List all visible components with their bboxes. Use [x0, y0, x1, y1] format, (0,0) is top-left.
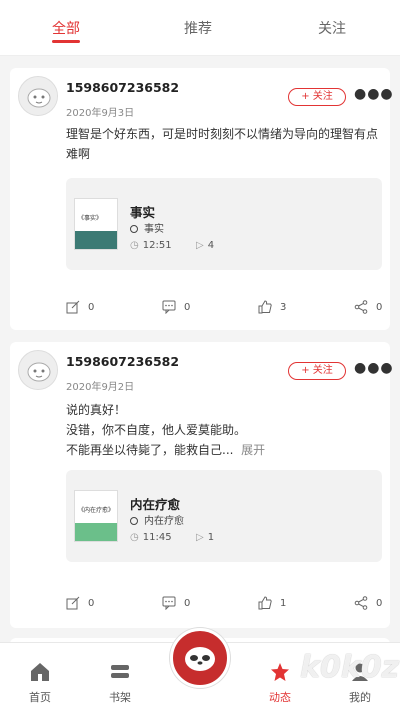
- post-card: 1598607236582 2020年9月2日 + 关注 ●●● 说的真好！ 没…: [10, 342, 393, 628]
- post-date: 2020年9月3日: [66, 108, 135, 119]
- audio-duration: ◷ 11:45: [130, 532, 172, 543]
- like-count: 1: [280, 597, 287, 609]
- post-card: 1598607236582 2020年9月3日 + 关注 ●●● 理智是个好东西…: [10, 68, 393, 330]
- home-icon: [10, 661, 70, 683]
- nav-bookshelf[interactable]: 书架: [90, 661, 150, 705]
- thumbs-up-icon: [258, 300, 272, 314]
- audio-thumbnail: 《内在疗愈》: [74, 490, 118, 542]
- nav-home[interactable]: 首页: [10, 661, 70, 705]
- audio-subtitle: 内在疗愈: [130, 512, 184, 527]
- post-actions: 0 0 1 0: [10, 596, 390, 620]
- post-text-line: 说的真好！: [66, 403, 127, 417]
- clock-icon: ◷: [130, 240, 139, 251]
- bookshelf-icon: [90, 661, 150, 683]
- play-icon: ▷: [196, 532, 204, 543]
- post-text-line: 理智是个好东西，可是时时刻刻不以情绪为导向的理智有点: [66, 127, 379, 141]
- post-text-line: 难啊: [66, 147, 91, 161]
- comment-icon: [162, 596, 176, 610]
- share-count: 0: [88, 597, 95, 609]
- forward-action[interactable]: 0: [354, 596, 382, 610]
- audio-thumbnail: 《事实》: [74, 198, 118, 250]
- audio-plays: ▷ 1: [196, 532, 215, 543]
- watermark: k0k0z: [300, 650, 400, 685]
- forward-count: 0: [376, 301, 383, 313]
- comment-count: 0: [184, 597, 191, 609]
- post-text-line: 没错，你不自度，他人爱莫能助。: [66, 423, 247, 437]
- thumbnail-title: 《内在疗愈》: [78, 507, 115, 514]
- thumbs-up-icon: [258, 596, 272, 610]
- username[interactable]: 1598607236582: [66, 354, 179, 369]
- top-tab-bar: 全部 推荐 关注: [0, 0, 400, 56]
- sloth-logo-icon: [185, 647, 215, 671]
- center-player-button[interactable]: [170, 628, 230, 688]
- audio-title: 事实: [130, 205, 156, 220]
- thumbnail-title: 《事实》: [78, 215, 103, 222]
- more-options-icon[interactable]: ●●●: [354, 360, 394, 376]
- share-icon: [354, 596, 368, 610]
- audio-title: 内在疗愈: [130, 497, 181, 512]
- share-count: 0: [88, 301, 95, 313]
- edit-share-icon: [66, 300, 80, 314]
- username[interactable]: 1598607236582: [66, 80, 179, 95]
- album-icon: [130, 225, 138, 233]
- expand-link[interactable]: 展开: [241, 443, 265, 457]
- avatar[interactable]: [18, 350, 58, 390]
- tab-indicator: [52, 40, 80, 43]
- tab-recommend[interactable]: 推荐: [184, 18, 212, 38]
- share-action[interactable]: 0: [66, 596, 94, 610]
- tab-follow[interactable]: 关注: [318, 18, 346, 38]
- post-text: 说的真好！ 没错，你不自度，他人爱莫能助。 不能再坐以待毙了，能救自己... 展…: [66, 400, 384, 460]
- audio-plays: ▷ 4: [196, 240, 215, 251]
- post-date: 2020年9月2日: [66, 382, 135, 393]
- follow-button[interactable]: + 关注: [288, 362, 346, 380]
- play-icon: ▷: [196, 240, 204, 251]
- comment-action[interactable]: 0: [162, 596, 190, 610]
- clock-icon: ◷: [130, 532, 139, 543]
- share-icon: [354, 300, 368, 314]
- comment-icon: [162, 300, 176, 314]
- audio-duration: ◷ 12:51: [130, 240, 172, 251]
- forward-count: 0: [376, 597, 383, 609]
- follow-button[interactable]: + 关注: [288, 88, 346, 106]
- comment-count: 0: [184, 301, 191, 313]
- post-text-line: 不能再坐以待毙了，能救自己... 展开: [66, 443, 266, 457]
- audio-card[interactable]: 《事实》 事实 事实 ◷ 12:51 ▷ 4: [66, 178, 382, 270]
- thumbnail-band: [75, 523, 117, 541]
- post-text: 理智是个好东西，可是时时刻刻不以情绪为导向的理智有点 难啊: [66, 124, 384, 164]
- forward-action[interactable]: 0: [354, 300, 382, 314]
- avatar[interactable]: [18, 76, 58, 116]
- like-count: 3: [280, 301, 287, 313]
- comment-action[interactable]: 0: [162, 300, 190, 314]
- thumbnail-band: [75, 231, 117, 249]
- audio-subtitle: 事实: [130, 220, 164, 235]
- album-icon: [130, 517, 138, 525]
- share-action[interactable]: 0: [66, 300, 94, 314]
- post-actions: 0 0 3 0: [10, 300, 390, 324]
- like-action[interactable]: 3: [258, 300, 286, 314]
- like-action[interactable]: 1: [258, 596, 286, 610]
- tab-all[interactable]: 全部: [52, 18, 80, 38]
- more-options-icon[interactable]: ●●●: [354, 86, 394, 102]
- audio-card[interactable]: 《内在疗愈》 内在疗愈 内在疗愈 ◷ 11:45 ▷ 1: [66, 470, 382, 562]
- edit-share-icon: [66, 596, 80, 610]
